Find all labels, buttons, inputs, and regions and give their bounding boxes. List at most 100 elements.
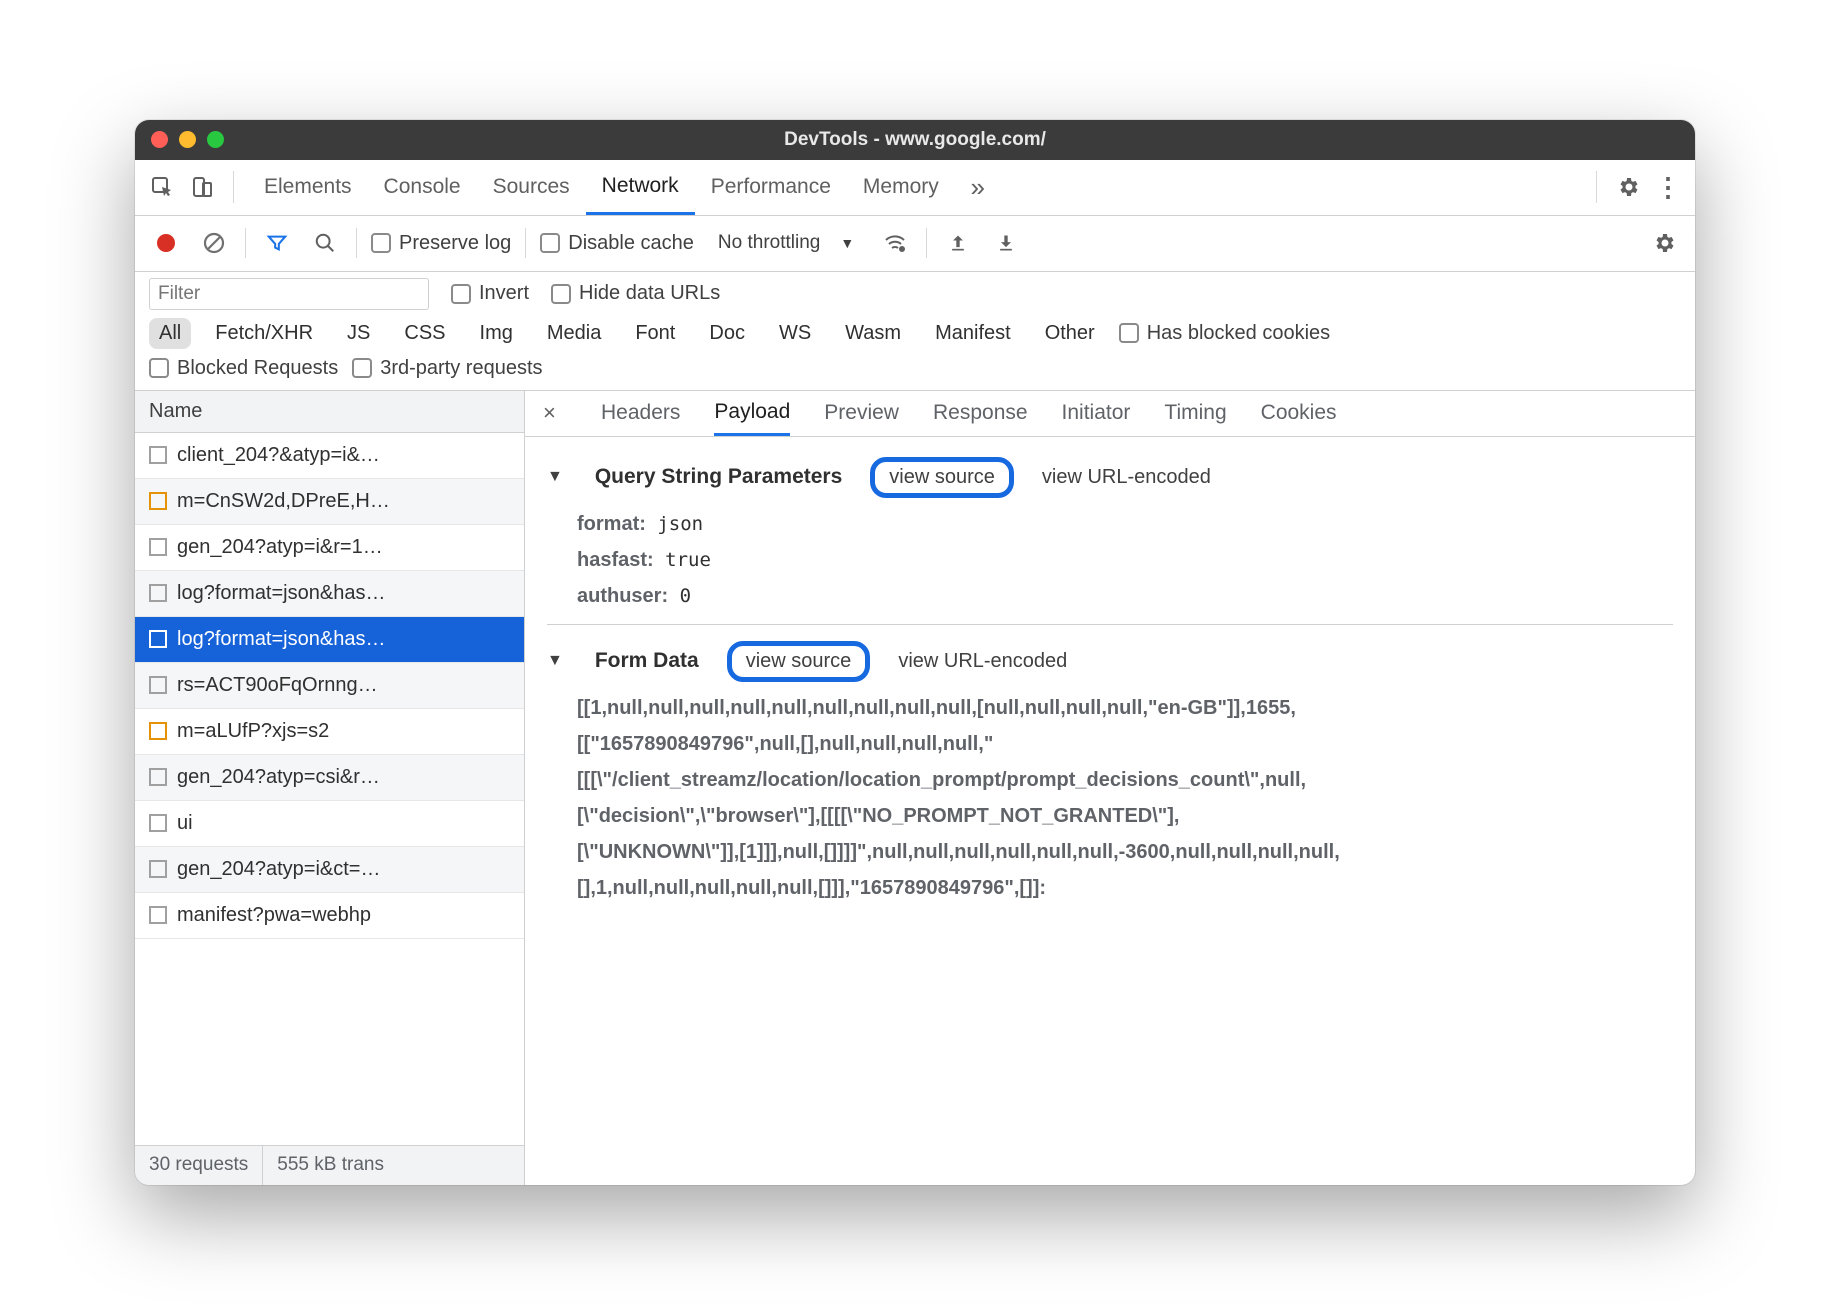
view-url-encoded-query-link[interactable]: view URL-encoded (1042, 466, 1211, 489)
request-name: gen_204?atyp=i&ct=… (177, 858, 381, 881)
form-data-line: [\"UNKNOWN\"]],[1]]],null,[]]]]",null,nu… (577, 834, 1673, 870)
kebab-menu-icon[interactable]: ⋮ (1651, 170, 1685, 204)
request-name: manifest?pwa=webhp (177, 904, 371, 927)
detail-tab-response[interactable]: Response (933, 391, 1028, 436)
search-icon[interactable] (308, 226, 342, 260)
disclosure-triangle-icon[interactable]: ▼ (547, 468, 563, 486)
tab-performance[interactable]: Performance (695, 160, 847, 215)
request-row[interactable]: gen_204?atyp=csi&r… (135, 755, 524, 801)
request-row[interactable]: manifest?pwa=webhp (135, 893, 524, 939)
request-row[interactable]: m=CnSW2d,DPreE,H… (135, 479, 524, 525)
detail-tab-cookies[interactable]: Cookies (1261, 391, 1337, 436)
upload-icon[interactable] (941, 226, 975, 260)
request-row[interactable]: client_204?&atyp=i&… (135, 433, 524, 479)
filter-chip-fetch-xhr[interactable]: Fetch/XHR (205, 318, 323, 349)
close-detail-icon[interactable]: × (543, 400, 567, 426)
tab-sources[interactable]: Sources (477, 160, 586, 215)
window-title: DevTools - www.google.com/ (135, 129, 1695, 151)
param-key: authuser: (577, 585, 668, 607)
hide-data-urls-checkbox[interactable]: Hide data URLs (551, 282, 720, 305)
request-name: client_204?&atyp=i&… (177, 444, 380, 467)
document-file-icon (149, 630, 167, 648)
device-toolbar-icon[interactable] (185, 170, 219, 204)
view-url-encoded-form-link[interactable]: view URL-encoded (898, 650, 1067, 673)
detail-panel: × Headers Payload Preview Response Initiator… (525, 391, 1695, 1185)
filter-chip-media[interactable]: Media (537, 318, 611, 349)
detail-tab-timing[interactable]: Timing (1164, 391, 1226, 436)
invert-label: Invert (479, 282, 529, 305)
request-name: rs=ACT90oFqOrnng… (177, 674, 378, 697)
form-data-line: [["1657890849796",null,[],null,null,null… (577, 726, 1673, 762)
has-blocked-cookies-label: Has blocked cookies (1147, 322, 1330, 345)
view-source-query-link[interactable]: view source (870, 457, 1014, 498)
detail-tab-payload[interactable]: Payload (714, 391, 790, 436)
script-file-icon (149, 722, 167, 740)
third-party-checkbox[interactable]: 3rd-party requests (352, 357, 542, 380)
record-button[interactable] (149, 226, 183, 260)
detail-tab-headers[interactable]: Headers (601, 391, 680, 436)
invert-checkbox[interactable]: Invert (451, 282, 529, 305)
filter-icon[interactable] (260, 226, 294, 260)
document-file-icon (149, 538, 167, 556)
tab-memory[interactable]: Memory (847, 160, 955, 215)
tab-elements[interactable]: Elements (248, 160, 368, 215)
preserve-log-checkbox[interactable]: Preserve log (371, 232, 511, 255)
has-blocked-cookies-checkbox[interactable]: Has blocked cookies (1119, 322, 1330, 345)
inspect-element-icon[interactable] (145, 170, 179, 204)
param-value: json (646, 513, 703, 535)
view-source-form-link[interactable]: view source (727, 641, 871, 682)
filter-chip-manifest[interactable]: Manifest (925, 318, 1021, 349)
filter-chip-other[interactable]: Other (1035, 318, 1105, 349)
request-name: m=aLUfP?xjs=s2 (177, 720, 329, 743)
query-param: hasfast: true (577, 542, 1673, 578)
script-file-icon (149, 492, 167, 510)
filter-input[interactable] (149, 278, 429, 310)
clear-icon[interactable] (197, 226, 231, 260)
filter-chip-all[interactable]: All (149, 318, 191, 349)
detail-tab-initiator[interactable]: Initiator (1062, 391, 1131, 436)
tab-console[interactable]: Console (368, 160, 477, 215)
request-sidebar: Name client_204?&atyp=i&… m=CnSW2d,DPreE,… (135, 391, 525, 1185)
detail-tabs: × Headers Payload Preview Response Initiator… (525, 391, 1695, 437)
param-value: true (654, 549, 711, 571)
form-data-content: [[1,null,null,null,null,null,null,null,n… (547, 690, 1673, 906)
throttling-select[interactable]: No throttling ▼ (708, 232, 864, 254)
detail-tab-preview[interactable]: Preview (824, 391, 899, 436)
request-row[interactable]: gen_204?atyp=i&r=1… (135, 525, 524, 571)
network-settings-icon[interactable] (1647, 226, 1681, 260)
disclosure-triangle-icon[interactable]: ▼ (547, 652, 563, 670)
request-row[interactable]: log?format=json&has… (135, 617, 524, 663)
filter-bar: Invert Hide data URLs All Fetch/XHR JS CSS I… (135, 272, 1695, 391)
more-tabs-icon[interactable]: » (961, 170, 995, 204)
document-file-icon (149, 584, 167, 602)
request-name: gen_204?atyp=i&r=1… (177, 536, 383, 559)
network-conditions-icon[interactable] (878, 226, 912, 260)
blocked-requests-checkbox[interactable]: Blocked Requests (149, 357, 338, 380)
settings-icon[interactable] (1611, 170, 1645, 204)
request-row[interactable]: rs=ACT90oFqOrnng… (135, 663, 524, 709)
param-value: 0 (668, 585, 691, 607)
download-icon[interactable] (989, 226, 1023, 260)
status-transfer: 555 kB trans (263, 1146, 398, 1185)
document-file-icon (149, 676, 167, 694)
request-row[interactable]: gen_204?atyp=i&ct=… (135, 847, 524, 893)
devtools-window: DevTools - www.google.com/ ElementsConso… (135, 120, 1695, 1185)
filter-chip-wasm[interactable]: Wasm (835, 318, 911, 349)
filter-chip-ws[interactable]: WS (769, 318, 821, 349)
query-param: format: json (577, 506, 1673, 542)
filter-chip-font[interactable]: Font (625, 318, 685, 349)
query-params-section: ▼ Query String Parameters view source vi… (547, 449, 1673, 506)
request-name: m=CnSW2d,DPreE,H… (177, 490, 390, 513)
filter-chip-img[interactable]: Img (470, 318, 523, 349)
preserve-log-label: Preserve log (399, 232, 511, 255)
request-row[interactable]: log?format=json&has… (135, 571, 524, 617)
request-row[interactable]: m=aLUfP?xjs=s2 (135, 709, 524, 755)
tab-network[interactable]: Network (586, 160, 695, 215)
filter-chip-css[interactable]: CSS (394, 318, 455, 349)
request-row[interactable]: ui (135, 801, 524, 847)
form-data-title: Form Data (595, 649, 699, 673)
filter-chip-doc[interactable]: Doc (699, 318, 755, 349)
filter-chip-js[interactable]: JS (337, 318, 380, 349)
disable-cache-checkbox[interactable]: Disable cache (540, 232, 694, 255)
column-header-name[interactable]: Name (135, 391, 524, 433)
